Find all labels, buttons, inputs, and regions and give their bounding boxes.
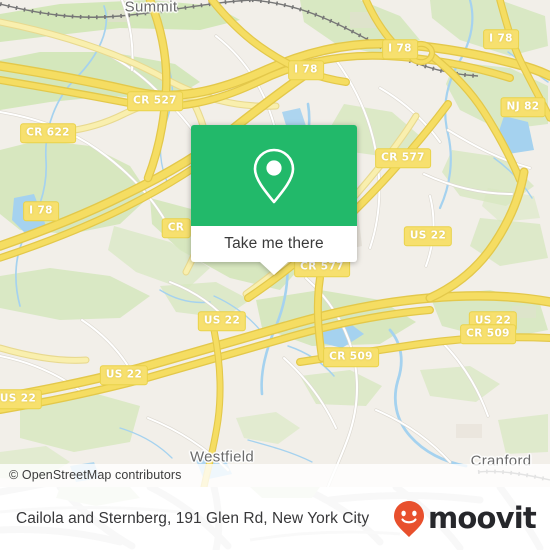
footer-content: Cailola and Sternberg, 191 Glen Rd, New … [0, 487, 550, 550]
road-shield: I 78 [23, 201, 59, 221]
location-pin-icon [253, 148, 295, 203]
road-shield: NJ 82 [500, 97, 546, 117]
place-label: Summit [124, 0, 178, 16]
road-shield: CR 622 [20, 123, 76, 143]
road-shield: I 78 [483, 29, 519, 49]
road-shield: I 78 [288, 60, 324, 80]
popup-header [191, 125, 357, 226]
take-me-there-label: Take me there [224, 235, 324, 252]
road-shield: I 78 [382, 39, 418, 59]
map-screenshot: .grn { fill:#cfe5b4; } .grn2 { fill:#d7e… [0, 0, 550, 550]
moovit-brand-logo[interactable]: moovit [393, 500, 537, 538]
road-shield: CR [161, 218, 191, 238]
popup-pointer-tail [260, 262, 288, 275]
moovit-wordmark: moovit [428, 501, 537, 535]
map-attribution[interactable]: © OpenStreetMap contributors [0, 464, 550, 487]
road-shield: CR 509 [323, 347, 379, 367]
road-shield: CR 577 [375, 148, 431, 168]
popup-footer[interactable]: Take me there [191, 226, 357, 262]
map-canvas[interactable]: .grn { fill:#cfe5b4; } .grn2 { fill:#d7e… [0, 0, 550, 487]
road-shield: US 22 [197, 311, 247, 331]
road-shield: US 22 [403, 226, 453, 246]
road-shield: CR 527 [127, 91, 183, 111]
footer-bar: Cailola and Sternberg, 191 Glen Rd, New … [0, 487, 550, 550]
location-title: Cailola and Sternberg, 191 Glen Rd, New … [16, 509, 370, 527]
road-shield: US 22 [0, 389, 43, 409]
location-popup-card[interactable]: Take me there [191, 125, 357, 275]
place-label: Westfield [189, 448, 255, 466]
road-shield: CR 509 [460, 324, 516, 344]
moovit-smiley-pin-icon [394, 500, 425, 537]
road-shield: US 22 [99, 365, 149, 385]
